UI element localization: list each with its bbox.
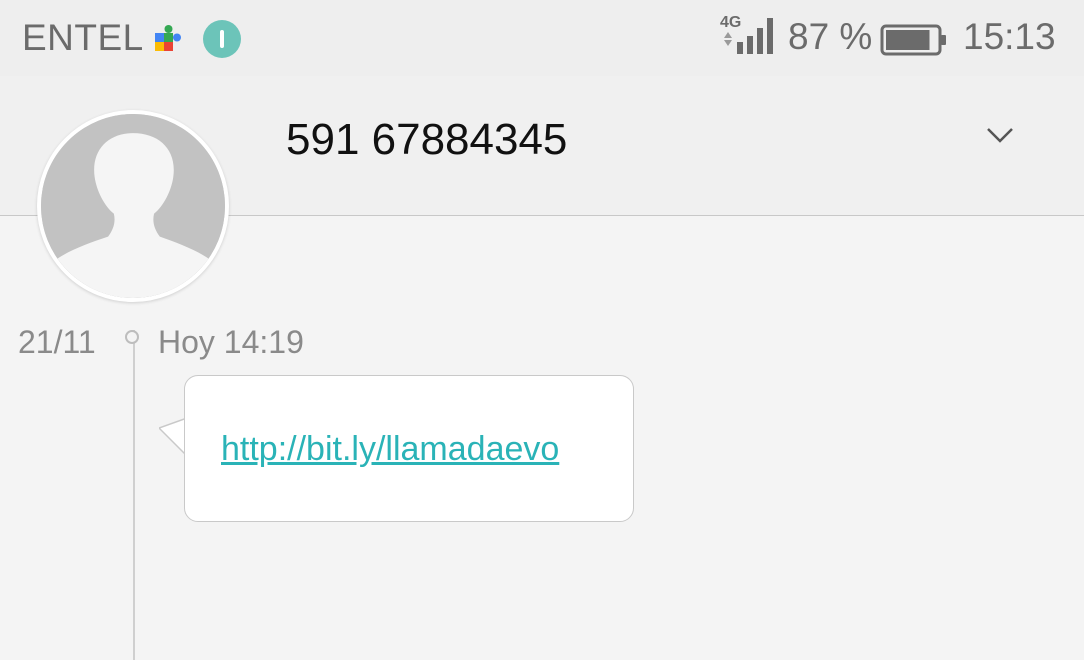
battery-icon: [880, 24, 946, 56]
google-play-services-icon: [155, 25, 181, 51]
message-link[interactable]: http://bit.ly/llamadaevo: [221, 430, 559, 469]
clock: 15:13: [963, 16, 1056, 57]
network-type-label: 4G: [720, 14, 741, 31]
chevron-down-icon[interactable]: [986, 126, 1014, 144]
notification-badge-icon: [203, 20, 241, 58]
timeline-dot: [125, 330, 139, 344]
default-contact-silhouette-icon: [41, 114, 225, 298]
status-bar: ENTEL 4G 87 % 15:13: [0, 0, 1084, 76]
battery-percent: 87 %: [788, 16, 873, 57]
contact-number[interactable]: 591 67884345: [286, 115, 567, 165]
signal-icon: 4G: [720, 14, 773, 54]
timeline-line: [133, 330, 135, 660]
message-date: 21/11: [18, 324, 96, 360]
contact-avatar[interactable]: [37, 110, 229, 302]
carrier-name: ENTEL: [22, 17, 144, 58]
message-time: Hoy 14:19: [158, 324, 304, 360]
